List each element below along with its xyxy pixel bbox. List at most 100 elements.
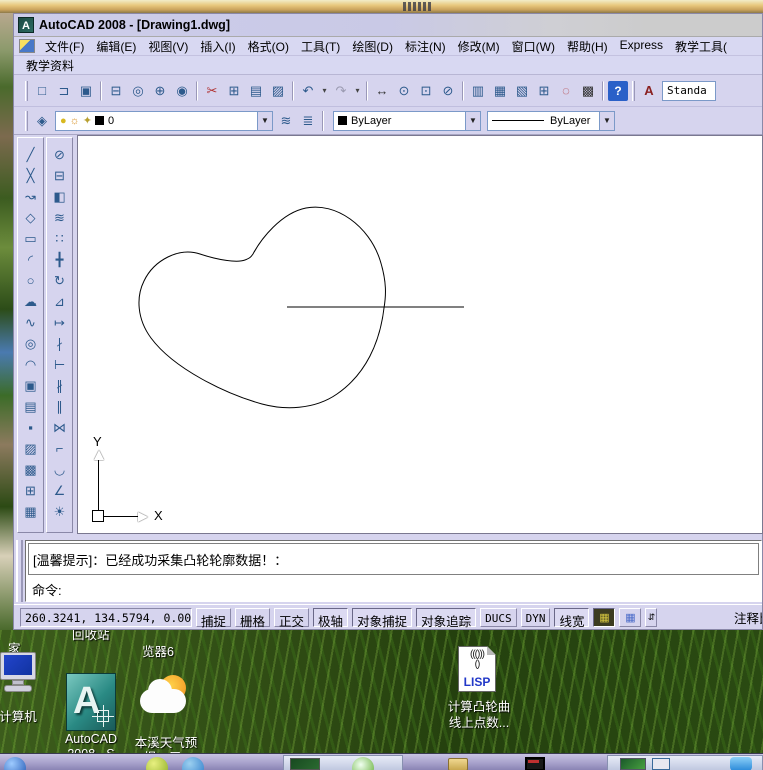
annotation-scale-label[interactable]: 注释比 xyxy=(734,608,762,627)
menu-item[interactable]: 教学工具( xyxy=(669,36,733,57)
toolbar-button-redo-caret[interactable]: ▾ xyxy=(353,81,362,101)
toolbar-button-plot[interactable]: ⊟ xyxy=(106,81,126,101)
toolbar-button-undo-caret[interactable]: ▾ xyxy=(320,81,329,101)
tool-button-break-at-point[interactable]: ∦ xyxy=(49,375,70,396)
status-tray-arrow[interactable]: ⇵ xyxy=(645,607,658,627)
tool-button-insert-block[interactable]: ▣ xyxy=(20,375,41,396)
tool-button-make-block[interactable]: ▤ xyxy=(20,396,41,417)
layer-combo-arrow[interactable]: ▼ xyxy=(257,111,272,130)
tool-button-line[interactable]: ╱ xyxy=(20,144,41,165)
tool-button-hatch[interactable]: ▨ xyxy=(20,438,41,459)
computer-icon-label[interactable]: 计算机 xyxy=(0,706,48,725)
tool-button-move[interactable]: ╋ xyxy=(49,249,70,270)
autocad-icon-label-line1[interactable]: AutoCAD xyxy=(58,732,124,746)
toolbar-button-sep1[interactable] xyxy=(100,80,102,101)
tool-button-chamfer[interactable]: ⌐ xyxy=(49,438,70,459)
menu-item[interactable]: 格式(O) xyxy=(242,36,295,57)
coordinate-readout[interactable]: 260.3241, 134.5794, 0.0000 xyxy=(20,607,192,627)
toolbar-button-sep3[interactable] xyxy=(292,80,294,101)
autocad-desktop-icon[interactable]: A xyxy=(66,673,116,731)
tool-button-spline[interactable]: ∿ xyxy=(20,312,41,333)
lisp-icon-label-line2[interactable]: 线上点数... xyxy=(444,712,514,731)
toolbar-button-quickcalc[interactable]: ▩ xyxy=(578,81,598,101)
tool-button-ellipse[interactable]: ◎ xyxy=(20,333,41,354)
toolbar-button-designcenter[interactable]: ▦ xyxy=(490,81,510,101)
toolbar-button-markup-set-manager[interactable]: ◌ xyxy=(556,81,576,101)
toolbar-button-cut[interactable]: ✂ xyxy=(202,81,222,101)
tool-button-rectangle[interactable]: ▭ xyxy=(20,228,41,249)
menu-item[interactable]: 编辑(E) xyxy=(90,36,142,57)
tool-button-mirror[interactable]: ◧ xyxy=(49,186,70,207)
make-object-layer-current-button[interactable]: ≋ xyxy=(276,111,296,131)
toolbar-button-sep2[interactable] xyxy=(196,80,198,101)
toolbar-grip[interactable] xyxy=(25,80,28,101)
taskbar-task-panel[interactable] xyxy=(283,755,403,770)
tool-button-join[interactable]: ⋈ xyxy=(49,417,70,438)
tool-button-fillet[interactable]: ◡ xyxy=(49,459,70,480)
toolbar-button-paste[interactable]: ▤ xyxy=(246,81,266,101)
toolbar-button-zoom-realtime[interactable]: ⊙ xyxy=(394,81,414,101)
model-space-button[interactable]: ▦ xyxy=(593,607,616,627)
menu-item[interactable]: 标注(N) xyxy=(399,36,452,57)
toolbar-button-new[interactable]: □ xyxy=(32,81,52,101)
taskbar-app-icon[interactable] xyxy=(730,757,752,770)
tool-button-construction-line[interactable]: ╳ xyxy=(20,165,41,186)
toolbar-button-properties[interactable]: ▥ xyxy=(468,81,488,101)
taskbar-folder-icon[interactable] xyxy=(448,758,468,770)
tool-button-gradient[interactable]: ▩ xyxy=(20,459,41,480)
toolbar-button-help[interactable]: ? xyxy=(608,80,628,101)
status-toggle[interactable]: 对象捕捉 xyxy=(352,607,413,629)
start-button[interactable] xyxy=(4,757,26,770)
menu-item[interactable]: 帮助(H) xyxy=(561,36,614,57)
drawing-canvas[interactable]: Y X xyxy=(77,135,763,534)
taskbar-window-icon[interactable] xyxy=(525,757,545,770)
toolbar-grip[interactable] xyxy=(25,110,28,131)
layer-previous-button[interactable]: ≣ xyxy=(298,111,318,131)
layer-freeze-icon[interactable]: ☼ xyxy=(70,115,80,127)
text-style-combo[interactable]: Standa xyxy=(662,80,716,101)
toolbar-button-zoom-window[interactable]: ⊡ xyxy=(416,81,436,101)
toolbar-grip[interactable] xyxy=(632,80,635,101)
text-style-icon[interactable]: A xyxy=(639,81,659,101)
status-toggle[interactable]: 极轴 xyxy=(313,607,349,629)
menu-item[interactable]: 文件(F) xyxy=(39,36,90,57)
tool-button-offset[interactable]: ≋ xyxy=(49,207,70,228)
tool-button-point[interactable]: ▪ xyxy=(20,417,41,438)
layer-lock-icon[interactable]: ✦ xyxy=(83,114,92,127)
tool-button-align[interactable]: ∠ xyxy=(49,480,70,501)
title-bar[interactable]: A AutoCAD 2008 - [Drawing1.dwg] xyxy=(14,14,762,37)
tool-button-arc[interactable]: ◜ xyxy=(20,249,41,270)
linetype-combo[interactable]: ByLayer ▼ xyxy=(487,110,615,131)
menu-item[interactable]: 工具(T) xyxy=(295,36,346,57)
menu-item[interactable]: 教学资料 xyxy=(20,55,80,76)
status-toggle[interactable]: DYN xyxy=(520,607,551,627)
menu-item[interactable]: 窗口(W) xyxy=(506,36,561,57)
tool-button-break[interactable]: ∥ xyxy=(49,396,70,417)
tool-button-trim[interactable]: ∤ xyxy=(49,333,70,354)
toolbar-button-plot-preview[interactable]: ◎ xyxy=(128,81,148,101)
taskbar-app-icon[interactable] xyxy=(182,757,204,770)
toolbar-button-tool-palettes[interactable]: ▧ xyxy=(512,81,532,101)
recycle-bin-label-partial[interactable]: 回收站 xyxy=(72,630,110,643)
toolbar-button-publish[interactable]: ⊕ xyxy=(150,81,170,101)
tool-button-array[interactable]: ∷ xyxy=(49,228,70,249)
toolbar-button-pan[interactable]: ↔ xyxy=(372,81,392,101)
toolbar-button-copy-clip[interactable]: ⊞ xyxy=(224,81,244,101)
menu-item[interactable]: 插入(I) xyxy=(194,36,241,57)
toolbar-button-save[interactable]: ▣ xyxy=(76,81,96,101)
status-toggle[interactable]: 线宽 xyxy=(554,607,590,629)
tool-button-copy[interactable]: ⊟ xyxy=(49,165,70,186)
layer-color-swatch[interactable] xyxy=(94,116,104,125)
color-combo[interactable]: ByLayer ▼ xyxy=(333,110,481,131)
menu-item[interactable]: 绘图(D) xyxy=(346,36,399,57)
status-toggle[interactable]: 栅格 xyxy=(235,607,271,629)
tool-button-stretch[interactable]: ↦ xyxy=(49,312,70,333)
layer-properties-button[interactable]: ◈ xyxy=(32,111,52,131)
menu-item[interactable]: 视图(V) xyxy=(142,36,194,57)
status-toggle[interactable]: 正交 xyxy=(274,607,310,629)
status-toggle[interactable]: 捕捉 xyxy=(196,607,232,629)
toolbar-button-zoom-previous[interactable]: ⊘ xyxy=(438,81,458,101)
layout-button[interactable]: ▦ xyxy=(619,607,642,627)
browser-icon-label-partial[interactable]: 览器6 xyxy=(142,641,174,660)
layer-combo[interactable]: ● ☼ ✦ 0 ▼ xyxy=(55,110,273,131)
